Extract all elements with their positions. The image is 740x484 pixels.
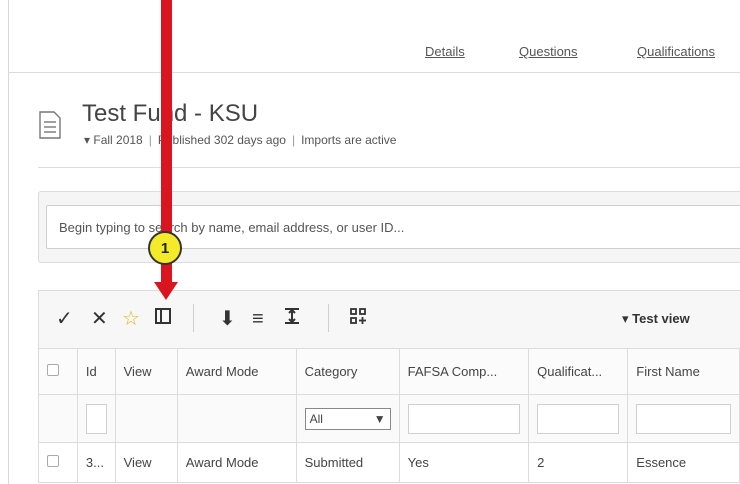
annotation-step-badge: 1: [148, 231, 182, 265]
columns-icon[interactable]: [154, 306, 172, 332]
column-header-award-mode[interactable]: Award Mode: [176, 348, 297, 395]
column-header-qualifications[interactable]: Qualificat...: [528, 348, 629, 395]
id-filter-input[interactable]: [85, 403, 107, 434]
cell-qualifications-link[interactable]: 2: [528, 442, 629, 483]
check-icon[interactable]: ✓: [56, 306, 73, 332]
term-dropdown[interactable]: ▾ Fall 2018: [84, 133, 143, 147]
search-placeholder: Begin typing to search by name, email ad…: [59, 219, 405, 235]
x-icon[interactable]: ✕: [91, 306, 108, 332]
applicants-table: Id View Award Mode Category FAFSA Comp..…: [38, 348, 740, 483]
row-checkbox[interactable]: [47, 455, 59, 467]
column-header-view[interactable]: View: [114, 348, 178, 395]
toolbar-separator: [328, 304, 329, 332]
imports-status: Imports are active: [301, 133, 397, 147]
column-header-category[interactable]: Category: [295, 348, 400, 395]
star-icon[interactable]: ☆: [122, 306, 140, 332]
table-row: 3... View Award Mode Submitted Yes 2 Ess…: [38, 442, 740, 483]
select-all-checkbox[interactable]: [47, 364, 59, 376]
filter-cell: [398, 394, 530, 443]
annotation-arrow-head: [154, 282, 178, 300]
category-filter-select[interactable]: All ▼: [304, 407, 391, 430]
fafsa-filter-input[interactable]: [407, 403, 521, 434]
column-header-fafsa[interactable]: FAFSA Comp...: [398, 348, 530, 395]
filter-cell: All ▼: [295, 394, 400, 443]
row-select-cell: [38, 442, 78, 483]
filter-row: All ▼: [38, 394, 740, 443]
filter-cell: [76, 394, 116, 443]
cell-first-name: Essence: [627, 442, 740, 483]
category-filter-value: All: [309, 411, 323, 426]
view-selector[interactable]: ▾ Test view: [622, 311, 690, 327]
document-icon: [38, 110, 62, 145]
tab-details[interactable]: Details: [425, 44, 465, 59]
filter-cell: [627, 394, 740, 443]
title-divider: [38, 167, 740, 168]
tabs-divider: [8, 72, 740, 73]
qualifications-filter-input[interactable]: [537, 403, 620, 434]
term-label: Fall 2018: [93, 133, 143, 147]
list-icon[interactable]: ≡: [252, 306, 264, 332]
filter-cell: [176, 394, 297, 443]
download-icon[interactable]: ⬇: [219, 306, 236, 332]
cell-id: 3...: [76, 442, 116, 483]
fund-meta: ▾ Fall 2018 | Published 302 days ago | Impor…: [84, 133, 397, 147]
toolbar-separator: [193, 304, 194, 332]
select-all-cell: [38, 348, 78, 395]
tab-questions[interactable]: Questions: [519, 44, 578, 59]
first-name-filter-input[interactable]: [636, 403, 731, 434]
grid-add-icon[interactable]: [349, 306, 367, 332]
filter-cell: [528, 394, 629, 443]
cell-category: Submitted: [295, 442, 400, 483]
cell-view-link[interactable]: View: [114, 442, 178, 483]
filter-cell: [114, 394, 178, 443]
expand-icon[interactable]: [283, 306, 301, 332]
tab-qualifications[interactable]: Qualifications: [637, 44, 715, 59]
dropdown-arrow-icon: ▼: [373, 411, 386, 426]
column-header-id[interactable]: Id: [76, 348, 116, 395]
cell-fafsa: Yes: [398, 442, 530, 483]
published-status: Published 302 days ago: [157, 133, 286, 147]
table-header-row: Id View Award Mode Category FAFSA Comp..…: [38, 348, 740, 395]
filter-cell: [38, 394, 78, 443]
column-header-first-name[interactable]: First Name: [627, 348, 740, 395]
view-selector-label: Test view: [632, 311, 690, 326]
cell-award-mode-link[interactable]: Award Mode: [176, 442, 297, 483]
